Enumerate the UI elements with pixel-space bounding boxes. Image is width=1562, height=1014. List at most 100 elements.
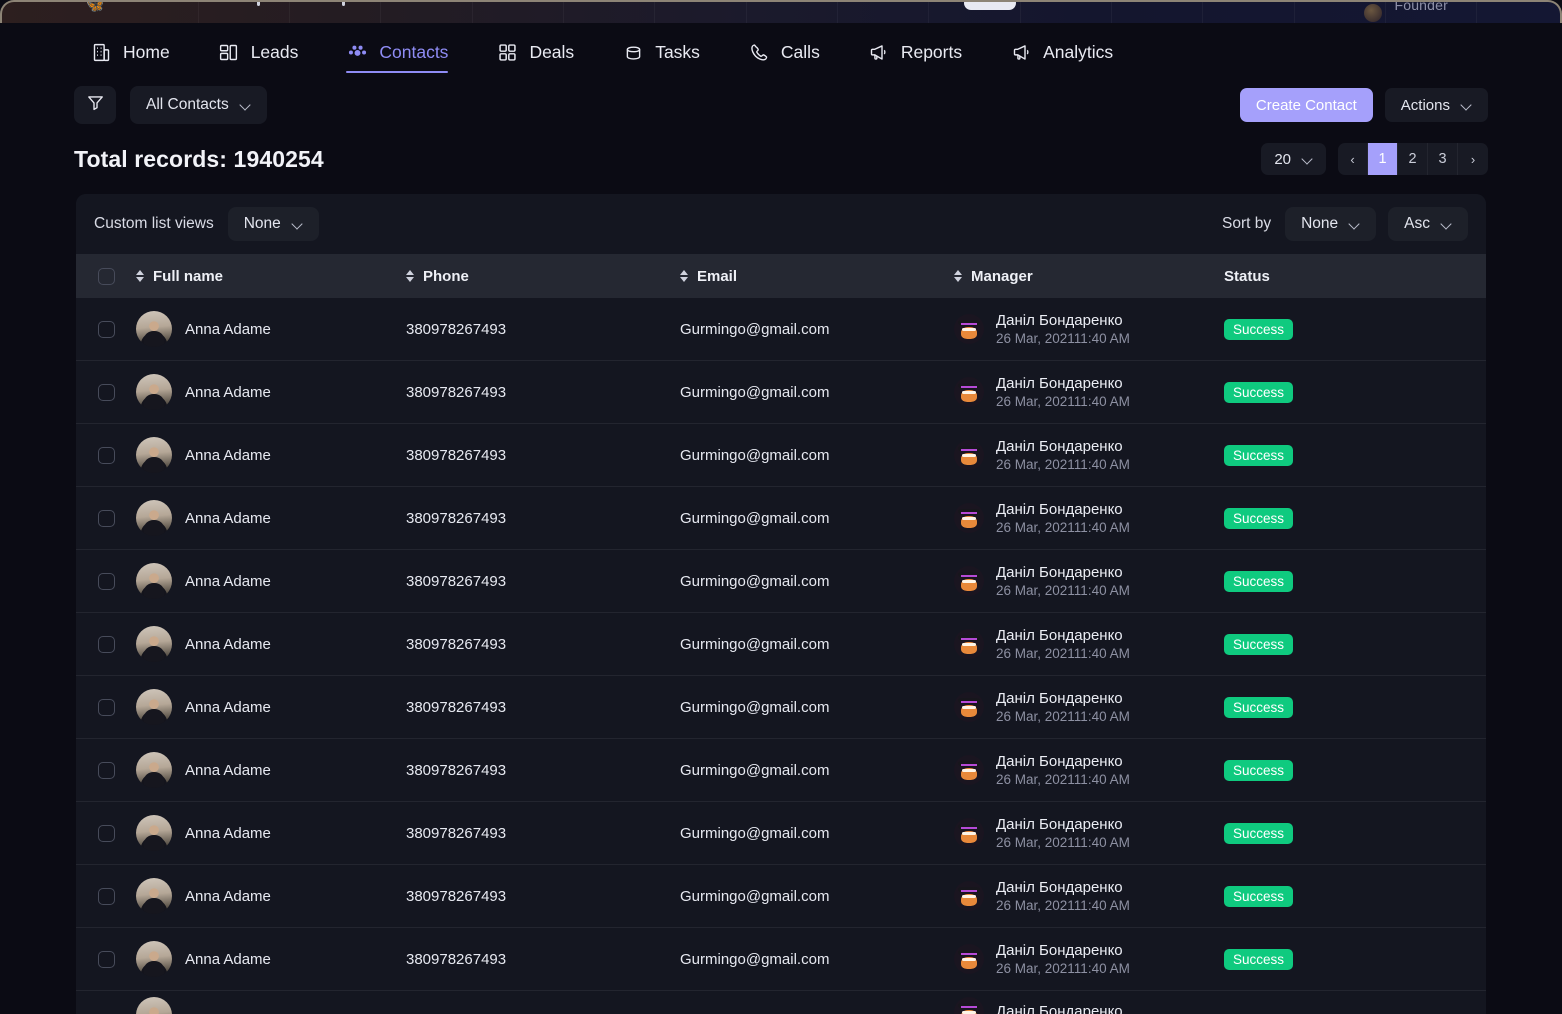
status-badge: Success	[1224, 886, 1293, 907]
cell-manager: Даніл Бондаренко26 Mar, 202111:40 AM	[954, 627, 1224, 661]
row-select-cell	[76, 636, 136, 653]
filter-button[interactable]	[74, 86, 116, 124]
actions-button[interactable]: Actions	[1385, 88, 1488, 122]
nav-item-deals[interactable]: Deals	[480, 23, 590, 81]
per-page-dropdown[interactable]: 20	[1261, 143, 1326, 175]
sort-direction-dropdown[interactable]: Asc	[1388, 207, 1468, 241]
cell-manager: Даніл Бондаренко26 Mar, 202111:40 AM	[954, 816, 1224, 850]
page-button-2[interactable]: 2	[1398, 143, 1428, 175]
row-checkbox[interactable]	[98, 699, 115, 716]
row-checkbox[interactable]	[98, 888, 115, 905]
manager-name: Даніл Бондаренко	[996, 627, 1130, 644]
cell-email: Gurmingo@gmail.com	[680, 825, 954, 842]
sort-by-dropdown[interactable]: None	[1285, 207, 1376, 241]
cell-status: Success	[1224, 886, 1486, 907]
table-row[interactable]: Anna Adame380978267493Gurmingo@gmail.com…	[76, 424, 1486, 487]
table-row[interactable]: Anna Adame380978267493Gurmingo@gmail.com…	[76, 298, 1486, 361]
chevron-down-icon	[1442, 219, 1452, 229]
cell-email: Gurmingo@gmail.com	[680, 888, 954, 905]
table-row[interactable]: Anna Adame380978267493Gurmingo@gmail.com…	[76, 865, 1486, 928]
cell-status: Success	[1224, 949, 1486, 970]
table-row[interactable]: Anna Adame380978267493Gurmingo@gmail.com…	[76, 676, 1486, 739]
table-row[interactable]: Anna Adame380978267493Gurmingo@gmail.com…	[76, 550, 1486, 613]
avatar	[136, 878, 172, 914]
table-row[interactable]: Anna Adame380978267493Gurmingo@gmail.com…	[76, 613, 1486, 676]
cell-status: Success	[1224, 571, 1486, 592]
row-checkbox[interactable]	[98, 951, 115, 968]
column-label: Email	[697, 268, 737, 285]
page-button-3[interactable]: 3	[1428, 143, 1458, 175]
manager-avatar	[954, 944, 984, 974]
column-header-full-name[interactable]: Full name	[136, 268, 406, 285]
manager-date: 26 Mar, 202111:40 AM	[996, 583, 1130, 598]
select-all-cell	[76, 268, 136, 285]
table-row[interactable]: Anna Adame380978267493Gurmingo@gmail.com…	[76, 928, 1486, 991]
sort-by-value: None	[1301, 215, 1338, 233]
cell-status: Success	[1224, 823, 1486, 844]
page-list: ‹ 1 2 3 ›	[1338, 143, 1488, 175]
cell-full-name: Anna Adame	[136, 500, 406, 536]
row-checkbox[interactable]	[98, 384, 115, 401]
cell-phone: 380978267493	[406, 825, 680, 842]
table-row[interactable]: Anna Adame380978267493Gurmingo@gmail.com…	[76, 802, 1486, 865]
custom-list-views-label: Custom list views	[94, 215, 214, 233]
cell-email: Gurmingo@gmail.com	[680, 510, 954, 527]
total-records-label: Total records: 1940254	[74, 146, 324, 173]
view-selector-dropdown[interactable]: All Contacts	[130, 86, 267, 124]
nav-item-reports[interactable]: Reports	[852, 23, 978, 81]
cell-status: Success	[1224, 760, 1486, 781]
nav-label: Analytics	[1043, 42, 1113, 63]
cell-phone: 380978267493	[406, 321, 680, 338]
status-badge: Success	[1224, 571, 1293, 592]
cell-full-name: Anna Adame	[136, 563, 406, 599]
nav-item-leads[interactable]: Leads	[202, 23, 315, 81]
table-row[interactable]: Anna Adame380978267493Gurmingo@gmail.com…	[76, 739, 1486, 802]
per-page-value: 20	[1274, 151, 1291, 168]
next-page-button[interactable]: ›	[1458, 143, 1488, 175]
cell-full-name: Anna Adame	[136, 941, 406, 977]
table-row[interactable]: Даніл Бондаренко	[76, 991, 1486, 1014]
row-checkbox[interactable]	[98, 447, 115, 464]
chevron-down-icon	[241, 100, 251, 110]
custom-list-views-dropdown[interactable]: None	[228, 207, 319, 241]
nav-item-home[interactable]: Home	[74, 23, 186, 81]
nav-item-analytics[interactable]: Analytics	[994, 23, 1129, 81]
prev-page-button[interactable]: ‹	[1338, 143, 1368, 175]
table-controls: Custom list views None Sort by None Asc	[76, 194, 1486, 254]
row-checkbox[interactable]	[98, 510, 115, 527]
column-header-manager[interactable]: Manager	[954, 268, 1224, 285]
manager-avatar	[954, 755, 984, 785]
cell-phone: 380978267493	[406, 699, 680, 716]
row-checkbox[interactable]	[98, 573, 115, 590]
column-header-phone[interactable]: Phone	[406, 268, 680, 285]
select-all-checkbox[interactable]	[98, 268, 115, 285]
manager-name: Даніл Бондаренко	[996, 753, 1130, 770]
column-header-email[interactable]: Email	[680, 268, 954, 285]
row-checkbox[interactable]	[98, 636, 115, 653]
row-checkbox[interactable]	[98, 762, 115, 779]
table-row[interactable]: Anna Adame380978267493Gurmingo@gmail.com…	[76, 361, 1486, 424]
status-badge: Success	[1224, 949, 1293, 970]
full-name-text: Anna Adame	[185, 573, 271, 590]
table-row[interactable]: Anna Adame380978267493Gurmingo@gmail.com…	[76, 487, 1486, 550]
avatar	[136, 500, 172, 536]
funnel-icon	[86, 93, 105, 117]
manager-date: 26 Mar, 202111:40 AM	[996, 331, 1130, 346]
row-select-cell	[76, 825, 136, 842]
row-select-cell	[76, 510, 136, 527]
row-checkbox[interactable]	[98, 321, 115, 338]
cell-phone: 380978267493	[406, 636, 680, 653]
full-name-text: Anna Adame	[185, 888, 271, 905]
create-contact-button[interactable]: Create Contact	[1240, 88, 1373, 122]
pagination: 20 ‹ 1 2 3 ›	[1261, 143, 1488, 175]
actions-label: Actions	[1401, 97, 1450, 114]
column-label: Full name	[153, 268, 223, 285]
row-checkbox[interactable]	[98, 825, 115, 842]
page-button-1[interactable]: 1	[1368, 143, 1398, 175]
nav-item-contacts[interactable]: Contacts	[330, 23, 464, 81]
nav-item-tasks[interactable]: Tasks	[606, 23, 716, 81]
status-badge: Success	[1224, 319, 1293, 340]
full-name-text: Anna Adame	[185, 321, 271, 338]
cell-email: Gurmingo@gmail.com	[680, 384, 954, 401]
nav-item-calls[interactable]: Calls	[732, 23, 836, 81]
